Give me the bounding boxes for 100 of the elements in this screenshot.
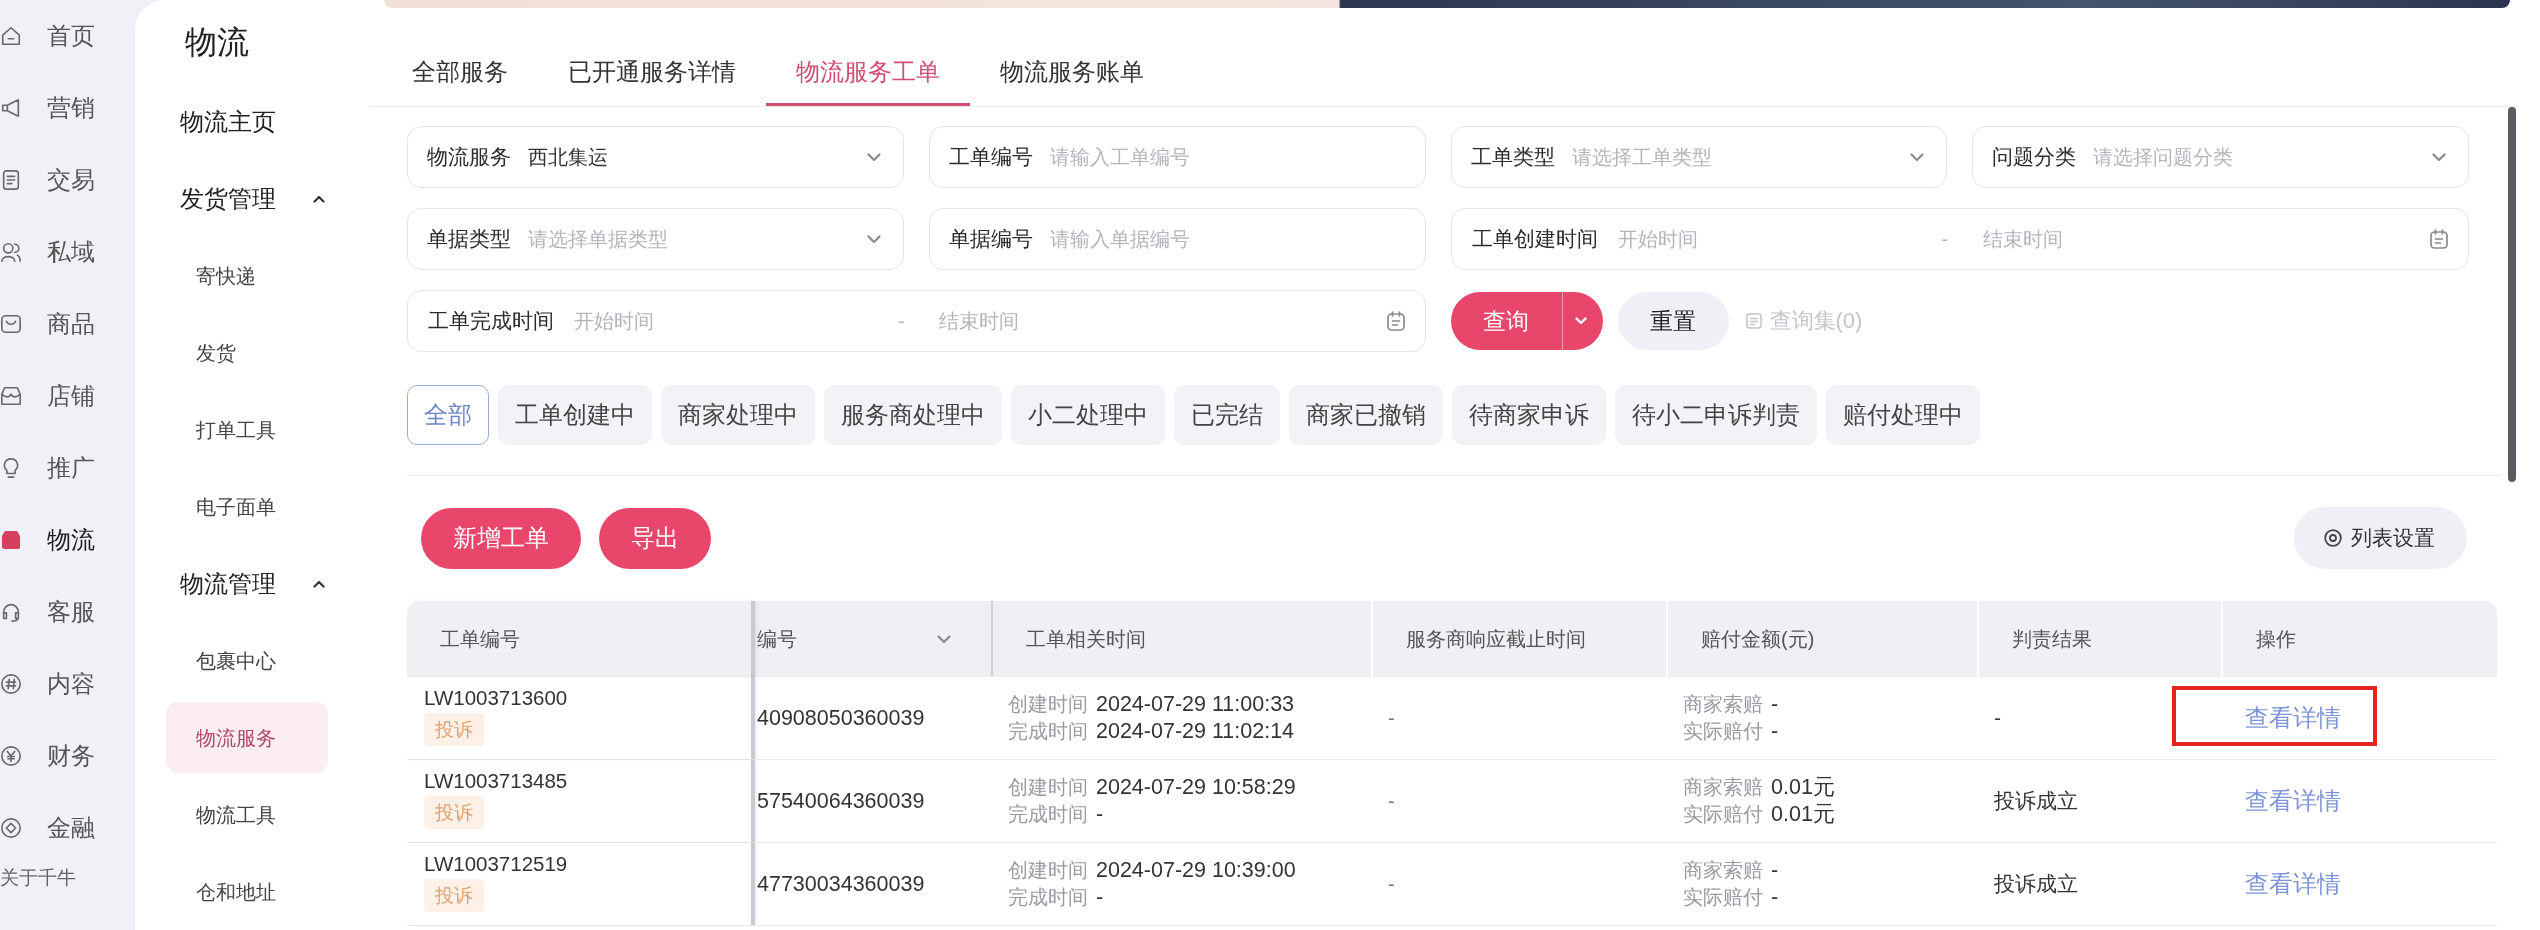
menu-item[interactable]: 物流主页 <box>180 106 276 137</box>
claim-amount: - <box>1771 691 1779 718</box>
reset-button[interactable]: 重置 <box>1617 292 1729 350</box>
status-filter[interactable]: 工单创建中 <box>498 385 652 445</box>
chevron-down-icon <box>2432 152 2446 162</box>
status-filter[interactable]: 待小二申诉判责 <box>1615 385 1817 445</box>
date-separator: - <box>1940 227 1950 251</box>
nav-item[interactable]: 内容 <box>0 670 95 698</box>
menu-group[interactable]: 物流管理 <box>180 568 325 599</box>
about-link[interactable]: 关于千牛 <box>0 864 76 892</box>
field-label: 单据类型 <box>427 226 511 252</box>
field-label: 单据编号 <box>948 226 1033 252</box>
input-field[interactable]: 单据编号 请输入单据编号 <box>928 208 1426 270</box>
document-number: 40908050360039 <box>757 705 925 731</box>
menu-item[interactable]: 发货 <box>196 339 236 366</box>
status-filter[interactable]: 待商家申诉 <box>1452 385 1606 445</box>
menu-group[interactable]: 发货管理 <box>180 183 325 214</box>
verdict: - <box>1994 706 2001 730</box>
column-header: 工单相关时间 <box>1026 626 1146 652</box>
package-icon <box>0 529 22 551</box>
new-ticket-button[interactable]: 新增工单 <box>421 507 581 569</box>
nav-item[interactable]: 推广 <box>0 454 95 482</box>
field-label: 工单创建时间 <box>1471 226 1598 252</box>
start-date-input[interactable]: 开始时间 <box>574 307 894 335</box>
status-filter[interactable]: 商家已撤销 <box>1289 385 1443 445</box>
select-field[interactable]: 工单类型 请选择工单类型 <box>1450 126 1948 188</box>
end-date-input[interactable]: 结束时间 <box>939 307 1367 335</box>
input-field[interactable]: 工单编号 请输入工单编号 <box>928 126 1426 188</box>
response-deadline: - <box>1388 706 1395 730</box>
status-filter[interactable]: 小二处理中 <box>1011 385 1165 445</box>
date-range-field[interactable]: 工单完成时间 开始时间 - 结束时间 <box>407 290 1426 352</box>
select-input[interactable]: 请选择单据类型 <box>528 225 850 253</box>
select-field[interactable]: 问题分类 请选择问题分类 <box>1972 126 2469 188</box>
claim-amount: - <box>1771 857 1779 884</box>
document-number: 57540064360039 <box>757 788 925 814</box>
payout-label: 实际赔付 <box>1683 885 1763 910</box>
tab[interactable]: 物流服务工单 <box>766 41 970 106</box>
end-date-input[interactable]: 结束时间 <box>1982 225 2410 253</box>
status-filter[interactable]: 赔付处理中 <box>1826 385 1980 445</box>
created-time: 2024-07-29 10:39:00 <box>1096 857 1296 884</box>
export-button[interactable]: 导出 <box>599 507 711 569</box>
completed-time-label: 完成时间 <box>1008 885 1088 910</box>
megaphone-icon <box>0 97 22 119</box>
field-label: 工单类型 <box>1470 144 1555 170</box>
text-input[interactable]: 请输入工单编号 <box>1049 143 1403 171</box>
nav-item[interactable]: 金融 <box>0 814 95 842</box>
hash-icon <box>0 673 22 695</box>
start-date-input[interactable]: 开始时间 <box>1617 225 1937 253</box>
nav-item[interactable]: 商品 <box>0 310 95 338</box>
payout-amount: - <box>1771 718 1779 745</box>
status-filter[interactable]: 商家处理中 <box>661 385 815 445</box>
search-options-button[interactable] <box>1561 292 1603 350</box>
select-input[interactable]: 请选择问题分类 <box>2093 143 2415 171</box>
field-label: 工单完成时间 <box>428 308 554 334</box>
calendar-icon <box>1386 311 1405 331</box>
completed-time: 2024-07-29 11:02:14 <box>1096 718 1295 745</box>
payout-label: 实际赔付 <box>1683 802 1763 827</box>
created-time: 2024-07-29 10:58:29 <box>1096 774 1296 801</box>
payout-amount: - <box>1771 884 1779 911</box>
created-time-label: 创建时间 <box>1008 692 1088 717</box>
search-button[interactable]: 查询 <box>1450 292 1562 350</box>
nav-item[interactable]: 交易 <box>0 166 95 194</box>
nav-item[interactable]: 首页 <box>0 22 95 50</box>
chevron-down-icon[interactable] <box>937 634 951 644</box>
menu-item[interactable]: 包裹中心 <box>196 647 276 674</box>
column-settings-button[interactable]: 列表设置 <box>2294 507 2467 569</box>
nav-item[interactable]: 财务 <box>0 742 95 770</box>
status-filter[interactable]: 全部 <box>407 385 489 445</box>
select-input[interactable]: 请选择工单类型 <box>1571 143 1894 171</box>
menu-item[interactable]: 物流工具 <box>196 801 276 828</box>
tab[interactable]: 全部服务 <box>412 58 508 86</box>
status-filter[interactable]: 已完结 <box>1174 385 1280 445</box>
ticket-number: LW1003712519 <box>424 851 568 877</box>
status-filter[interactable]: 服务商处理中 <box>824 385 1002 445</box>
tab[interactable]: 物流服务账单 <box>1000 58 1144 86</box>
text-input[interactable]: 请输入单据编号 <box>1049 225 1403 253</box>
settings-icon <box>2324 529 2342 547</box>
scrollbar-thumb[interactable] <box>2508 107 2516 482</box>
select-field[interactable]: 单据类型 请选择单据类型 <box>407 208 904 270</box>
menu-item[interactable]: 物流服务 <box>166 702 328 773</box>
menu-item[interactable]: 打单工具 <box>196 416 276 443</box>
response-deadline: - <box>1388 789 1395 813</box>
nav-item[interactable]: 物流 <box>0 526 95 554</box>
date-range-field[interactable]: 工单创建时间 开始时间 - 结束时间 <box>1450 208 2469 270</box>
tab[interactable]: 已开通服务详情 <box>568 58 736 86</box>
select-field[interactable]: 物流服务 西北集运 <box>407 126 904 188</box>
nav-item[interactable]: 店铺 <box>0 382 95 410</box>
nav-item[interactable]: 客服 <box>0 598 95 626</box>
menu-item[interactable]: 寄快递 <box>196 262 256 289</box>
created-time-label: 创建时间 <box>1008 858 1088 883</box>
select-input[interactable]: 西北集运 <box>528 143 850 171</box>
menu-item[interactable]: 仓和地址 <box>196 878 276 905</box>
bag-icon <box>0 313 22 335</box>
created-time: 2024-07-29 11:00:33 <box>1096 691 1295 718</box>
nav-item[interactable]: 私域 <box>0 238 95 266</box>
nav-item[interactable]: 营销 <box>0 94 95 122</box>
menu-item[interactable]: 电子面单 <box>196 493 276 520</box>
complaint-tag: 投诉 <box>424 879 484 912</box>
ticket-number: LW1003713600 <box>424 685 568 711</box>
column-header: 赔付金额(元) <box>1701 626 1815 652</box>
